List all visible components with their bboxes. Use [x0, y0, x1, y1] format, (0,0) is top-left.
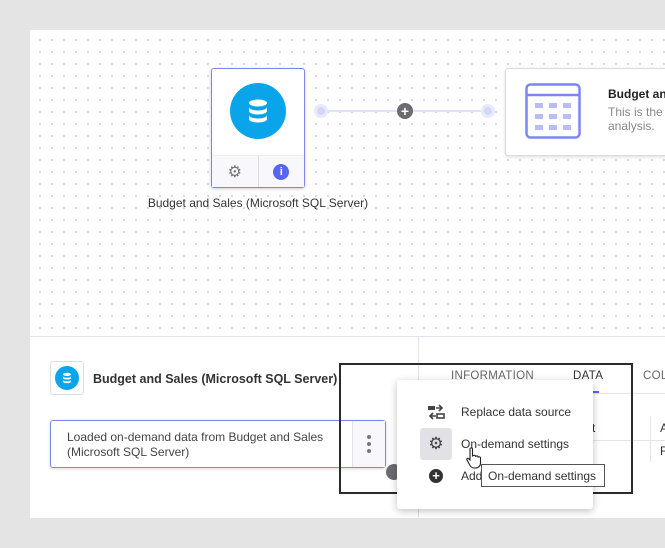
connector-end-handle[interactable] [481, 104, 495, 118]
table-header-2: A [660, 421, 665, 435]
connector-start-handle[interactable] [314, 104, 328, 118]
info-icon: i [273, 163, 290, 180]
source-icon [50, 361, 84, 395]
menu-item-replace-data-source[interactable]: Replace data source [397, 396, 593, 428]
menu-item-on-demand-settings[interactable]: ⚙ On-demand settings [397, 428, 593, 460]
column-divider [650, 416, 651, 462]
replace-icon [420, 396, 452, 428]
node-info-button[interactable]: i [259, 156, 305, 187]
gear-icon: ⚙ [420, 428, 452, 460]
source-node[interactable]: ⚙ i [211, 68, 305, 188]
menu-item-label: Add [461, 469, 483, 483]
node-settings-button[interactable]: ⚙ [212, 156, 259, 187]
table-cell: F [660, 444, 665, 458]
applied-step[interactable]: Loaded on-demand data from Budget and Sa… [50, 420, 386, 468]
database-icon [55, 366, 79, 390]
source-node-label: Budget and Sales (Microsoft SQL Server) [147, 196, 369, 210]
step-description: Loaded on-demand data from Budget and Sa… [67, 430, 324, 459]
target-card-description: This is the analysis. [608, 105, 663, 133]
target-card-title: Budget and Sales [608, 87, 665, 101]
menu-item-label: Replace data source [461, 405, 572, 419]
tab-columns[interactable]: COLUMNS [643, 370, 665, 382]
gear-icon: ⚙ [227, 163, 242, 181]
step-context-menu: Replace data source ⚙ On-demand settings… [397, 380, 593, 509]
flow-canvas: + ⚙ i Budget and Sales (Microsoft SQL Se… [30, 30, 665, 337]
target-card[interactable]: Budget and Sales This is the analysis. [505, 68, 665, 156]
add-step-button[interactable]: + [397, 103, 413, 119]
source-title: Budget and Sales (Microsoft SQL Server) [93, 372, 338, 386]
table-icon [525, 83, 581, 139]
tooltip: On-demand settings [481, 464, 605, 487]
add-circle-icon: + [420, 460, 452, 492]
database-icon [230, 83, 286, 139]
